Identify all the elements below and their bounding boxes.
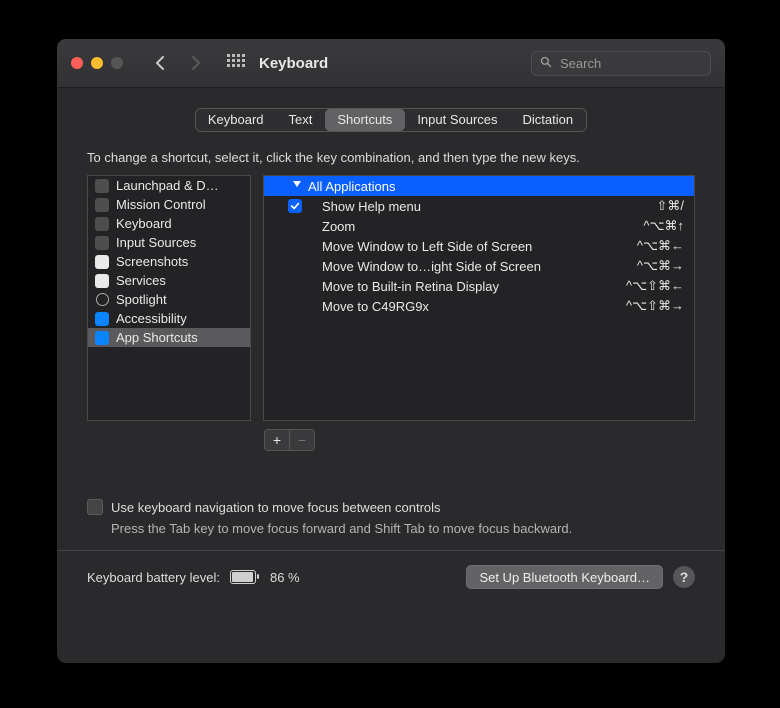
shortcut-group-header[interactable]: All Applications <box>264 176 694 196</box>
add-shortcut-button[interactable]: + <box>264 429 289 451</box>
tab-bar: Keyboard Text Shortcuts Input Sources Di… <box>195 108 587 132</box>
shortcut-keys[interactable]: ^⌥⌘→ <box>637 258 684 274</box>
input-sources-icon <box>94 235 110 251</box>
shortcut-keys[interactable]: ^⌥⇧⌘→ <box>626 298 684 314</box>
disclosure-triangle-icon[interactable] <box>293 181 301 187</box>
category-launchpad[interactable]: Launchpad & D… <box>88 176 250 195</box>
category-label: App Shortcuts <box>116 330 198 345</box>
shortcut-keys[interactable]: ^⌥⌘← <box>637 238 684 254</box>
screenshots-icon <box>94 254 110 270</box>
search-field[interactable] <box>531 51 711 76</box>
category-label: Input Sources <box>116 235 196 250</box>
category-services[interactable]: Services <box>88 271 250 290</box>
category-label: Keyboard <box>116 216 172 231</box>
category-mission-control[interactable]: Mission Control <box>88 195 250 214</box>
keyboard-nav-label: Use keyboard navigation to move focus be… <box>111 500 441 515</box>
forward-button[interactable] <box>185 52 207 74</box>
shortcut-keys[interactable]: ⇧⌘/ <box>656 198 684 214</box>
category-screenshots[interactable]: Screenshots <box>88 252 250 271</box>
shortcut-checkbox[interactable] <box>288 199 302 213</box>
services-icon <box>94 273 110 289</box>
tab-keyboard[interactable]: Keyboard <box>196 109 277 131</box>
app-shortcuts-icon <box>94 330 110 346</box>
category-input-sources[interactable]: Input Sources <box>88 233 250 252</box>
shortcut-row[interactable]: Show Help menu ⇧⌘/ <box>264 196 694 216</box>
battery-percent: 86 % <box>270 570 300 585</box>
shortcut-row[interactable]: Move Window to…ight Side of Screen ^⌥⌘→ <box>264 256 694 276</box>
spotlight-icon <box>94 292 110 308</box>
tab-shortcuts[interactable]: Shortcuts <box>325 109 405 131</box>
search-input[interactable] <box>558 55 702 72</box>
setup-bluetooth-button[interactable]: Set Up Bluetooth Keyboard… <box>466 565 663 589</box>
help-button[interactable]: ? <box>673 566 695 588</box>
shortcut-keys[interactable]: ^⌥⇧⌘← <box>626 278 684 294</box>
launchpad-icon <box>94 178 110 194</box>
shortcut-row[interactable]: Move to C49RG9x ^⌥⇧⌘→ <box>264 296 694 316</box>
shortcut-row[interactable]: Zoom ^⌥⌘↑ <box>264 216 694 236</box>
mission-control-icon <box>94 197 110 213</box>
category-label: Launchpad & D… <box>116 178 219 193</box>
shortcut-label: Move to C49RG9x <box>322 299 616 314</box>
accessibility-icon <box>94 311 110 327</box>
show-all-icon[interactable] <box>227 54 245 72</box>
category-label: Services <box>116 273 166 288</box>
tab-text[interactable]: Text <box>277 109 326 131</box>
close-window-button[interactable] <box>71 57 83 69</box>
keyboard-nav-checkbox[interactable] <box>87 499 103 515</box>
keyboard-icon <box>94 216 110 232</box>
remove-shortcut-button[interactable]: − <box>289 429 315 451</box>
shortcut-label: Move to Built-in Retina Display <box>322 279 616 294</box>
minimize-window-button[interactable] <box>91 57 103 69</box>
category-label: Accessibility <box>116 311 187 326</box>
shortcut-label: Zoom <box>322 219 633 234</box>
shortcut-label: Show Help menu <box>322 199 646 214</box>
add-remove-buttons: + − <box>264 429 725 451</box>
shortcut-row[interactable]: Move Window to Left Side of Screen ^⌥⌘← <box>264 236 694 256</box>
category-accessibility[interactable]: Accessibility <box>88 309 250 328</box>
battery-icon <box>230 570 256 584</box>
category-app-shortcuts[interactable]: App Shortcuts <box>88 328 250 347</box>
category-label: Screenshots <box>116 254 188 269</box>
tab-dictation[interactable]: Dictation <box>511 109 587 131</box>
category-spotlight[interactable]: Spotlight <box>88 290 250 309</box>
category-label: Spotlight <box>116 292 167 307</box>
shortcut-label: Move Window to Left Side of Screen <box>322 239 627 254</box>
instructions-text: To change a shortcut, select it, click t… <box>87 150 695 165</box>
preferences-window: Keyboard Keyboard Text Shortcuts Input S… <box>56 38 726 664</box>
tab-input-sources[interactable]: Input Sources <box>405 109 510 131</box>
category-label: Mission Control <box>116 197 206 212</box>
back-button[interactable] <box>149 52 171 74</box>
shortcut-label: Move Window to…ight Side of Screen <box>322 259 627 274</box>
window-controls <box>71 57 123 69</box>
window-title: Keyboard <box>259 55 328 72</box>
categories-list[interactable]: Launchpad & D… Mission Control Keyboard … <box>87 175 251 421</box>
zoom-window-button[interactable] <box>111 57 123 69</box>
shortcut-row[interactable]: Move to Built-in Retina Display ^⌥⇧⌘← <box>264 276 694 296</box>
titlebar: Keyboard <box>57 39 725 88</box>
shortcuts-list[interactable]: All Applications Show Help menu ⇧⌘/ Zoom… <box>263 175 695 421</box>
category-keyboard[interactable]: Keyboard <box>88 214 250 233</box>
search-icon <box>540 56 552 71</box>
keyboard-nav-hint: Press the Tab key to move focus forward … <box>111 521 695 536</box>
nav-buttons <box>149 52 207 74</box>
shortcut-keys[interactable]: ^⌥⌘↑ <box>643 218 684 234</box>
battery-label: Keyboard battery level: <box>87 570 220 585</box>
group-label: All Applications <box>308 179 395 194</box>
